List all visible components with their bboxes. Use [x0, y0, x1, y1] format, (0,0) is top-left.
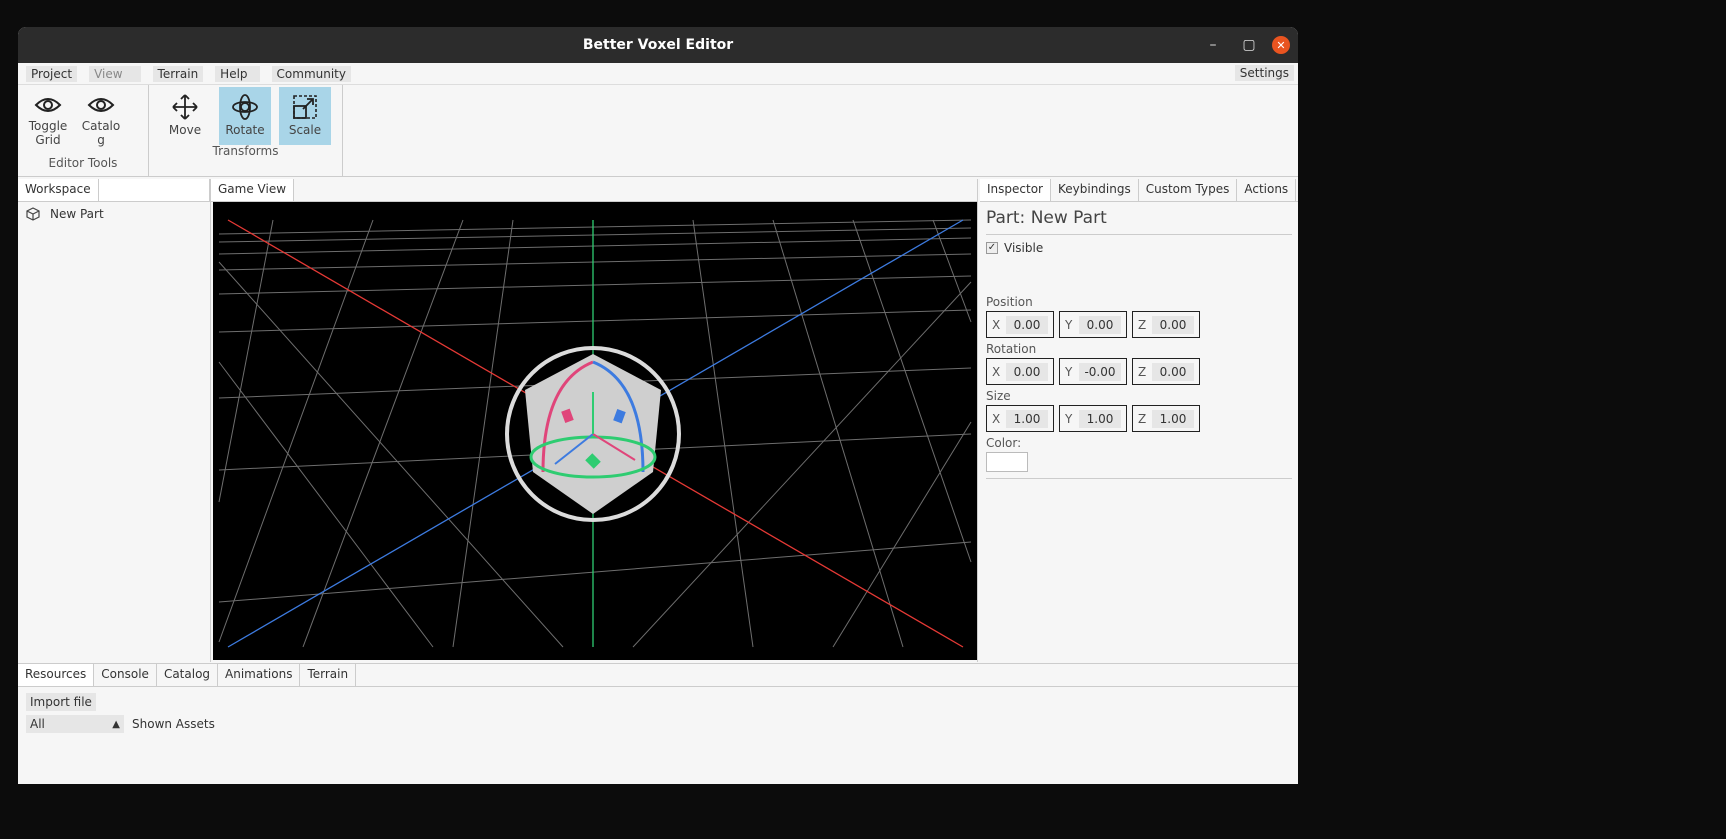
size-row: X 1.00 Y 1.00 Z 1.00: [986, 405, 1292, 432]
main-panels: Workspace New Part Game View Inspector K…: [18, 179, 1298, 662]
move-button[interactable]: Move: [159, 87, 211, 139]
visible-row: ✓ Visible: [986, 241, 1292, 255]
editor-tools-label: Editor Tools: [48, 156, 118, 170]
position-row: X 0.00 Y 0.00 Z 0.00: [986, 311, 1292, 338]
eye-icon: [34, 98, 62, 112]
tab-keybindings[interactable]: Keybindings: [1050, 179, 1139, 201]
rotation-x-field[interactable]: X 0.00: [986, 358, 1054, 385]
position-label: Position: [986, 295, 1033, 309]
rotation-label: Rotation: [986, 342, 1037, 356]
move-label: Move: [168, 123, 202, 137]
tab-game-view[interactable]: Game View: [211, 179, 295, 201]
tab-animations[interactable]: Animations: [218, 664, 301, 686]
tree-item-label: New Part: [50, 207, 104, 221]
menu-view[interactable]: View: [89, 65, 141, 82]
tab-terrain[interactable]: Terrain: [300, 664, 357, 686]
tab-workspace[interactable]: Workspace: [18, 179, 99, 201]
rotation-y-value[interactable]: -0.00: [1079, 362, 1121, 381]
size-z-field[interactable]: Z 1.00: [1132, 405, 1200, 432]
catalog-label: Catalo g: [81, 119, 121, 147]
size-y-field[interactable]: Y 1.00: [1059, 405, 1127, 432]
menu-bar: Project View Terrain Help Community Sett…: [18, 63, 1298, 85]
asset-filter-select[interactable]: All ▲: [26, 715, 124, 733]
rotate-label: Rotate: [225, 123, 265, 137]
catalog-button[interactable]: Catalo g: [78, 93, 124, 147]
ribbon: Toggle Grid Catalo g Editor Tools Move R…: [18, 85, 1298, 177]
rotation-z-value[interactable]: 0.00: [1152, 362, 1194, 381]
position-z-value[interactable]: 0.00: [1152, 315, 1194, 334]
scene-render: [218, 219, 972, 648]
size-z-value[interactable]: 1.00: [1152, 409, 1194, 428]
menu-terrain[interactable]: Terrain: [152, 65, 204, 82]
rotation-z-field[interactable]: Z 0.00: [1132, 358, 1200, 385]
tree-item-new-part[interactable]: New Part: [18, 202, 210, 226]
tab-resources[interactable]: Resources: [18, 664, 95, 686]
close-button[interactable]: ✕: [1272, 36, 1290, 54]
settings-button[interactable]: Settings: [1234, 65, 1294, 81]
rotate-button[interactable]: Rotate: [219, 87, 271, 145]
rotation-y-field[interactable]: Y -0.00: [1059, 358, 1127, 385]
import-file-button[interactable]: Import file: [26, 693, 96, 711]
size-x-field[interactable]: X 1.00: [986, 405, 1054, 432]
size-label: Size: [986, 389, 1011, 403]
position-y-field[interactable]: Y 0.00: [1059, 311, 1127, 338]
tab-blank: [98, 179, 210, 201]
triangle-up-icon: ▲: [112, 718, 120, 730]
transforms-label: Transforms: [212, 144, 279, 158]
inspector-panel: Inspector Keybindings Custom Types Actio…: [980, 179, 1298, 662]
menu-help[interactable]: Help: [215, 65, 260, 82]
maximize-button[interactable]: ▢: [1236, 32, 1262, 58]
toggle-grid-button[interactable]: Toggle Grid: [22, 93, 74, 147]
inspector-title: Part: New Part: [986, 208, 1292, 235]
game-view-panel: Game View: [211, 179, 978, 662]
tab-actions[interactable]: Actions: [1237, 179, 1297, 201]
visible-checkbox[interactable]: ✓: [986, 242, 998, 254]
move-icon: [172, 94, 198, 120]
position-y-value[interactable]: 0.00: [1079, 315, 1121, 334]
size-y-value[interactable]: 1.00: [1079, 409, 1121, 428]
app-window: Better Voxel Editor – ▢ ✕ Project View T…: [18, 27, 1298, 784]
game-viewport[interactable]: [213, 202, 977, 660]
tab-console[interactable]: Console: [94, 664, 157, 686]
rotation-x-value[interactable]: 0.00: [1006, 362, 1048, 381]
scale-button[interactable]: Scale: [279, 87, 331, 145]
eye-icon: [87, 98, 115, 112]
resources-panel: Resources Console Catalog Animations Ter…: [18, 663, 1298, 784]
color-label: Color:: [986, 436, 1022, 450]
toggle-grid-label: Toggle Grid: [28, 119, 68, 147]
rotate-icon: [232, 94, 258, 120]
position-z-field[interactable]: Z 0.00: [1132, 311, 1200, 338]
editor-tools-group: Toggle Grid Catalo g Editor Tools: [18, 85, 149, 176]
rotation-row: X 0.00 Y -0.00 Z 0.00: [986, 358, 1292, 385]
visible-label: Visible: [1004, 241, 1044, 255]
position-x-value[interactable]: 0.00: [1006, 315, 1048, 334]
title-bar: Better Voxel Editor – ▢ ✕: [18, 27, 1298, 63]
position-x-field[interactable]: X 0.00: [986, 311, 1054, 338]
tab-inspector[interactable]: Inspector: [980, 179, 1051, 201]
asset-filter-value: All: [30, 717, 45, 731]
scale-label: Scale: [288, 123, 322, 137]
color-picker[interactable]: [986, 452, 1028, 472]
window-title: Better Voxel Editor: [582, 37, 734, 53]
inspector-divider: [986, 478, 1292, 479]
shown-assets-label: Shown Assets: [132, 717, 215, 731]
menu-project[interactable]: Project: [26, 65, 78, 82]
menu-community[interactable]: Community: [271, 65, 351, 82]
cube-icon: [26, 207, 40, 221]
tab-catalog[interactable]: Catalog: [156, 664, 219, 686]
minimize-button[interactable]: –: [1200, 32, 1226, 58]
workspace-panel: Workspace New Part: [18, 179, 211, 662]
scale-icon: [293, 95, 317, 119]
size-x-value[interactable]: 1.00: [1006, 409, 1048, 428]
transforms-group: Move Rotate Scale Transforms: [149, 85, 343, 176]
tab-custom-types[interactable]: Custom Types: [1138, 179, 1238, 201]
